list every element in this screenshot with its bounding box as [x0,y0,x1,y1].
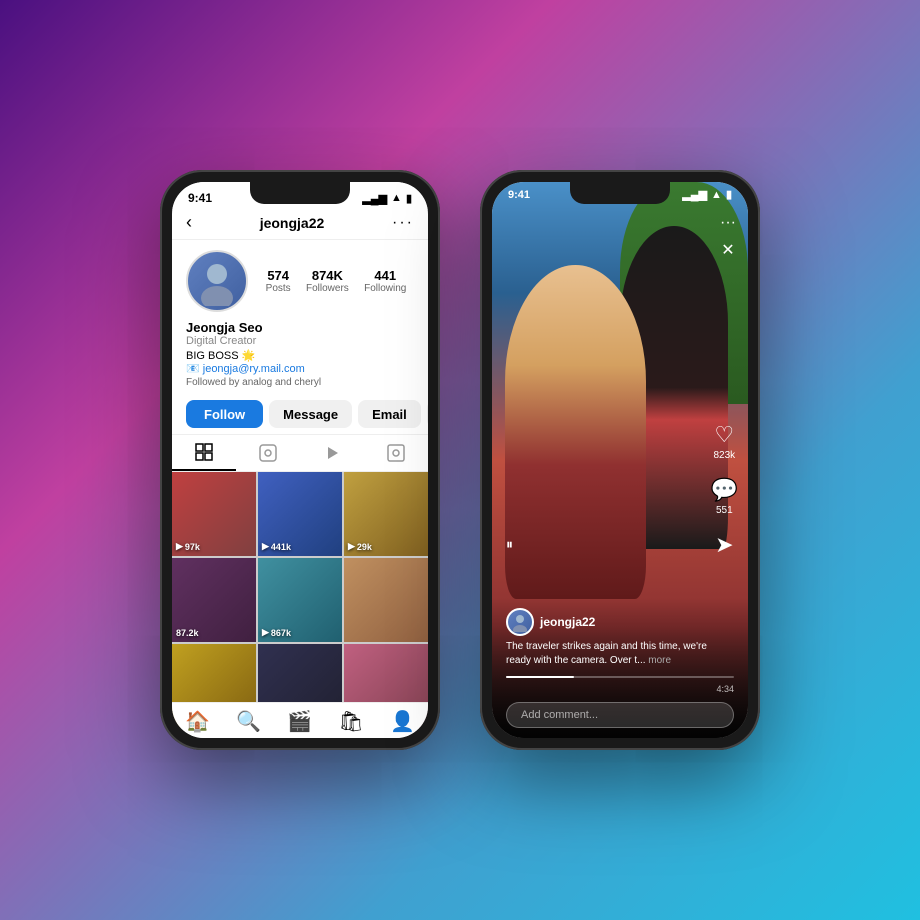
tab-video[interactable] [300,435,364,471]
battery-icon: ▮ [406,192,412,205]
nav-shop-icon[interactable]: 🛍 [338,709,363,734]
profile-screen: 9:41 ▂▄▆ ▲ ▮ ‹ jeongja22 ··· [172,182,428,738]
grid-item[interactable]: ▶ 441k [258,472,342,556]
reel-caption: The traveler strikes again and this time… [506,640,734,668]
reel-container: 9:41 ▂▄▆ ▲ ▮ ··· ✕ ♡ 823k [492,182,748,738]
grid-item[interactable]: ▶ 867k [258,558,342,642]
signal-icon: ▂▄▆ [362,192,387,205]
profile-username-nav: jeongja22 [260,215,325,231]
following-label: Following [364,283,406,294]
grid-item[interactable] [344,558,428,642]
status-icons: ▂▄▆ ▲ ▮ [362,192,412,205]
grid-item[interactable]: 87.2k [172,558,256,642]
reel-username[interactable]: jeongja22 [540,615,595,629]
reel-signal-icon: ▂▄▆ [682,188,707,201]
bio-text: BIG BOSS 🌟 [186,349,414,362]
stats-group: 574 Posts 874K Followers 441 Following [258,268,414,294]
reel-comment-input[interactable]: Add comment... [506,702,734,728]
view-count: ▶ 97k [176,541,200,552]
reel-play-pause-button[interactable]: ⏸ [506,536,513,553]
email-button[interactable]: Email [358,400,421,428]
profile-stats-row: 574 Posts 874K Followers 441 Following [172,240,428,318]
tab-grid[interactable] [172,435,236,471]
view-count: ▶ 867k [262,627,291,638]
phone-profile: 9:41 ▂▄▆ ▲ ▮ ‹ jeongja22 ··· [160,170,440,750]
bio-email[interactable]: 📧 jeongja@ry.mail.com [186,362,414,375]
phone-notch [250,182,350,204]
tab-tagged[interactable] [364,435,428,471]
followers-label: Followers [306,283,349,294]
nav-search-icon[interactable]: 🔍 [236,709,261,734]
wifi-icon: ▲ [391,192,402,204]
reel-screen: 9:41 ▂▄▆ ▲ ▮ ··· ✕ ♡ 823k [492,182,748,738]
avatar [186,250,248,312]
content-tabs [172,434,428,472]
more-options-button[interactable]: ··· [392,214,414,232]
stat-followers[interactable]: 874K Followers [306,268,349,294]
following-count: 441 [374,268,396,283]
profile-nav: ‹ jeongja22 ··· [172,210,428,240]
heart-icon: ♡ [714,422,734,448]
posts-label: Posts [266,283,291,294]
person-foreground [505,265,646,599]
view-count: ▶ 441k [262,541,291,552]
posts-count: 574 [267,268,289,283]
reel-total-time: 4:34 [716,684,734,694]
photo-grid: ▶ 97k ▶ 441k ▶ 29k 87.2k ▶ 867k [172,472,428,728]
status-time: 9:41 [188,191,212,205]
reel-wifi-icon: ▲ [711,189,722,201]
phone-notch-2 [570,182,670,204]
reel-battery-icon: ▮ [726,188,732,201]
grid-item[interactable]: ▶ 97k [172,472,256,556]
nav-reels-icon[interactable]: 🎬 [287,709,312,734]
share-icon: ➤ [715,532,733,558]
grid-item[interactable]: ▶ 29k [344,472,428,556]
reel-share-button[interactable]: ➤ [715,532,733,558]
action-buttons: Follow Message Email ⌄ [172,394,428,434]
follow-button[interactable]: Follow [186,400,263,428]
like-count: 823k [713,450,735,461]
stat-posts[interactable]: 574 Posts [266,268,291,294]
reel-user-row: jeongja22 [506,608,734,636]
reel-bottom-overlay: jeongja22 The traveler strikes again and… [492,598,748,738]
comment-count: 551 [716,505,733,516]
bottom-nav: 🏠 🔍 🎬 🛍 👤 [172,702,428,738]
bio-name: Jeongja Seo [186,320,414,335]
reel-more-text[interactable]: more [648,655,671,666]
nav-profile-icon[interactable]: 👤 [390,709,415,734]
phone-reel: 9:41 ▂▄▆ ▲ ▮ ··· ✕ ♡ 823k [480,170,760,750]
reel-status-time: 9:41 [508,189,530,201]
reel-avatar[interactable] [506,608,534,636]
reel-right-actions: ♡ 823k 💬 551 ➤ [711,422,738,558]
reel-more-button[interactable]: ··· [718,212,738,234]
tab-reels[interactable] [236,435,300,471]
message-button[interactable]: Message [269,400,352,428]
view-count: ▶ 29k [348,541,372,552]
reel-status-icons: ▂▄▆ ▲ ▮ [682,188,732,201]
reel-close-button[interactable]: ✕ [718,238,738,262]
more-button[interactable]: ⌄ [427,400,428,428]
reel-comment-button[interactable]: 💬 551 [711,477,738,516]
stat-following[interactable]: 441 Following [364,268,406,294]
back-button[interactable]: ‹ [186,212,192,233]
bio-followed-by: Followed by analog and cheryl [186,377,414,388]
followers-count: 874K [312,268,343,283]
comment-icon: 💬 [711,477,738,503]
reel-progress-bar[interactable] [506,676,734,678]
reel-time-row: 4:34 [506,684,734,694]
bio-category: Digital Creator [186,335,414,347]
view-count: 87.2k [176,628,199,638]
reel-progress-fill [506,676,574,678]
reel-top-controls: ··· ✕ [718,212,738,262]
profile-bio: Jeongja Seo Digital Creator BIG BOSS 🌟 📧… [172,318,428,394]
nav-home-icon[interactable]: 🏠 [185,709,210,734]
reel-like-button[interactable]: ♡ 823k [713,422,735,461]
